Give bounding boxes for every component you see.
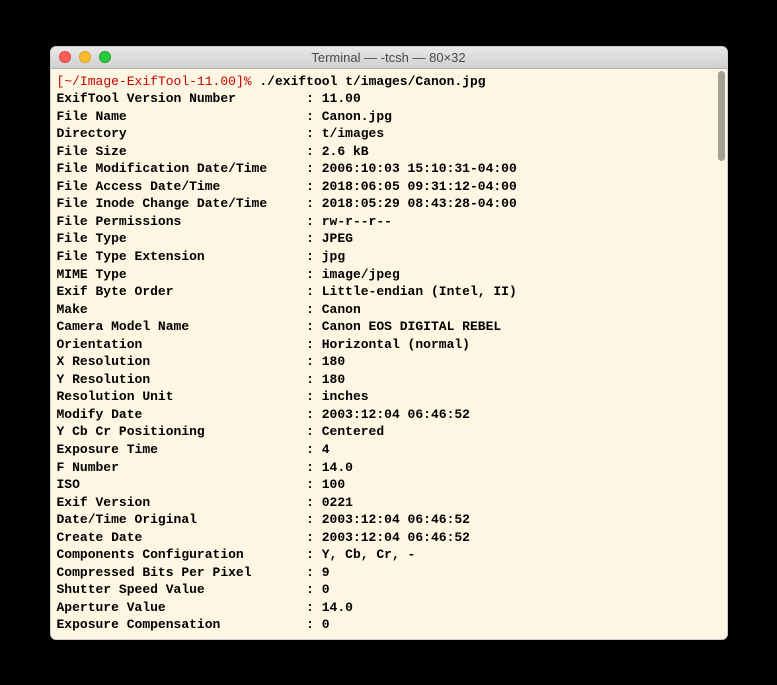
titlebar[interactable]: Terminal — -tcsh — 80×32: [51, 47, 727, 69]
minimize-icon[interactable]: [79, 51, 91, 63]
output-row: Make : Canon: [57, 301, 721, 319]
output-row: Exposure Time : 4: [57, 441, 721, 459]
output-row: Exposure Compensation : 0: [57, 616, 721, 634]
output-row: File Inode Change Date/Time : 2018:05:29…: [57, 195, 721, 213]
output-row: MIME Type : image/jpeg: [57, 266, 721, 284]
output-row: ISO : 100: [57, 476, 721, 494]
output-row: F Number : 14.0: [57, 459, 721, 477]
scrollbar-thumb[interactable]: [718, 71, 725, 161]
output-row: Directory : t/images: [57, 125, 721, 143]
output-row: Camera Model Name : Canon EOS DIGITAL RE…: [57, 318, 721, 336]
output-row: ExifTool Version Number : 11.00: [57, 90, 721, 108]
output-row: Exif Version : 0221: [57, 494, 721, 512]
output-row: Components Configuration : Y, Cb, Cr, -: [57, 546, 721, 564]
prompt-path: ~/Image-ExifTool-11.00: [64, 74, 236, 89]
output-row: X Resolution : 180: [57, 353, 721, 371]
output-row: Compressed Bits Per Pixel : 9: [57, 564, 721, 582]
output-row: Shutter Speed Value : 0: [57, 581, 721, 599]
output-row: File Permissions : rw-r--r--: [57, 213, 721, 231]
close-icon[interactable]: [59, 51, 71, 63]
output-row: File Name : Canon.jpg: [57, 108, 721, 126]
output-row: Exif Byte Order : Little-endian (Intel, …: [57, 283, 721, 301]
traffic-lights: [59, 51, 111, 63]
prompt-command: ./exiftool t/images/Canon.jpg: [259, 74, 485, 89]
window-title: Terminal — -tcsh — 80×32: [51, 50, 727, 65]
prompt-line: [~/Image-ExifTool-11.00]% ./exiftool t/i…: [57, 73, 721, 91]
output-row: File Type Extension : jpg: [57, 248, 721, 266]
output-rows: ExifTool Version Number : 11.00File Name…: [57, 90, 721, 634]
terminal-content: [~/Image-ExifTool-11.00]% ./exiftool t/i…: [57, 73, 721, 635]
output-row: Y Resolution : 180: [57, 371, 721, 389]
output-row: Aperture Value : 14.0: [57, 599, 721, 617]
output-row: File Size : 2.6 kB: [57, 143, 721, 161]
maximize-icon[interactable]: [99, 51, 111, 63]
output-row: File Type : JPEG: [57, 230, 721, 248]
output-row: Create Date : 2003:12:04 06:46:52: [57, 529, 721, 547]
terminal-body[interactable]: [~/Image-ExifTool-11.00]% ./exiftool t/i…: [51, 69, 727, 639]
terminal-window: Terminal — -tcsh — 80×32 [~/Image-ExifTo…: [50, 46, 728, 640]
output-row: Y Cb Cr Positioning : Centered: [57, 423, 721, 441]
output-row: File Modification Date/Time : 2006:10:03…: [57, 160, 721, 178]
prompt-close: ]%: [236, 74, 252, 89]
output-row: Modify Date : 2003:12:04 06:46:52: [57, 406, 721, 424]
output-row: Resolution Unit : inches: [57, 388, 721, 406]
output-row: Date/Time Original : 2003:12:04 06:46:52: [57, 511, 721, 529]
output-row: File Access Date/Time : 2018:06:05 09:31…: [57, 178, 721, 196]
output-row: Orientation : Horizontal (normal): [57, 336, 721, 354]
